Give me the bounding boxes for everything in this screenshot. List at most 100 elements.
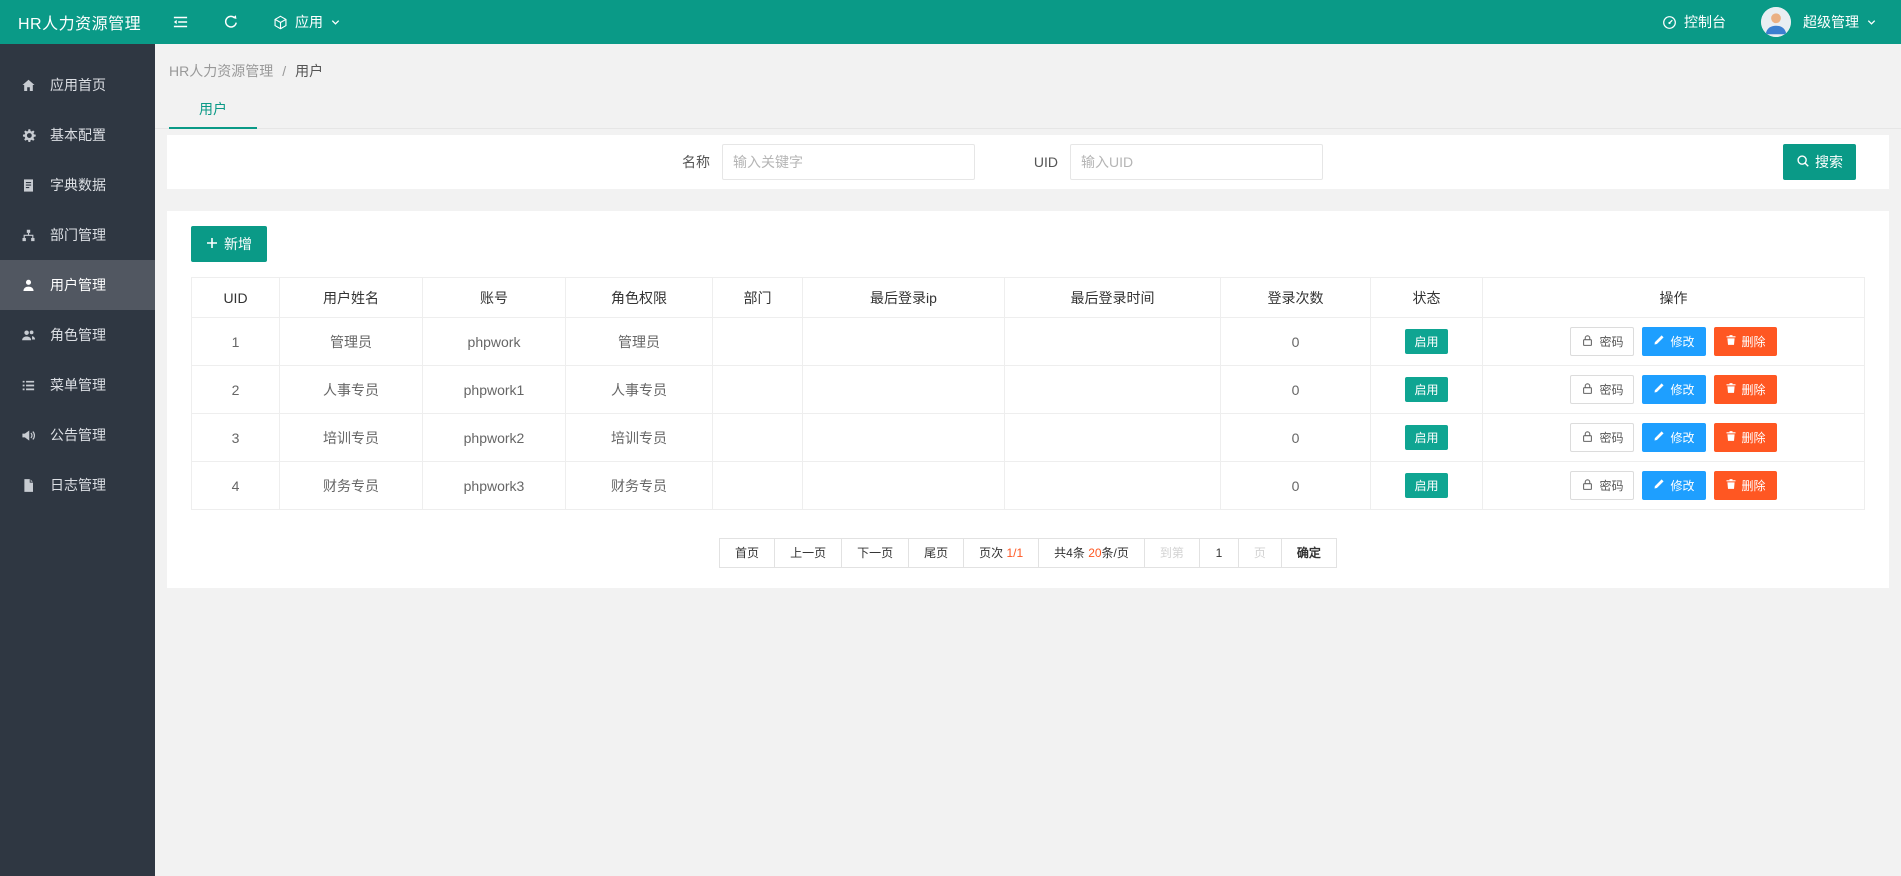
breadcrumb-parent[interactable]: HR人力资源管理 — [169, 63, 273, 79]
delete-button[interactable]: 删除 — [1714, 423, 1777, 452]
search-panel: 名称 UID 搜索 — [167, 135, 1889, 189]
name-field-group: 名称 — [682, 144, 975, 180]
pencil-icon — [1653, 478, 1665, 493]
user-menu-dropdown[interactable]: 超级管理 — [1803, 0, 1877, 44]
column-header: 用户姓名 — [280, 278, 423, 318]
sitemap-icon — [20, 227, 36, 243]
sidebar-item-home[interactable]: 应用首页 — [0, 60, 155, 110]
password-button[interactable]: 密码 — [1570, 423, 1634, 452]
password-button-label: 密码 — [1599, 333, 1623, 350]
cell-account: phpwork2 — [423, 414, 566, 462]
edit-button[interactable]: 修改 — [1642, 423, 1705, 452]
users-table: UID用户姓名账号角色权限部门最后登录ip最后登录时间登录次数状态操作 1管理员… — [191, 277, 1865, 510]
menu-toggle-icon — [172, 14, 189, 30]
table-row: 4财务专员phpwork3财务专员0启用密码修改删除 — [192, 462, 1865, 510]
sidebar-toggle-button[interactable] — [155, 0, 206, 44]
edit-button[interactable]: 修改 — [1642, 375, 1705, 404]
sidebar-item-users[interactable]: 用户管理 — [0, 260, 155, 310]
name-input[interactable] — [722, 144, 975, 180]
user-menu-label: 超级管理 — [1803, 12, 1859, 32]
status-badge[interactable]: 启用 — [1405, 377, 1447, 402]
cell-uid: 2 — [192, 366, 280, 414]
sidebar-item-label: 字典数据 — [50, 175, 106, 195]
cell-last_time — [1005, 462, 1221, 510]
cell-login_count: 0 — [1221, 318, 1371, 366]
cell-actions: 密码 修改删除 — [1483, 462, 1865, 510]
list-icon — [20, 377, 36, 393]
page-last-button[interactable]: 尾页 — [908, 538, 964, 568]
sidebar-item-logs[interactable]: 日志管理 — [0, 460, 155, 510]
tab-users[interactable]: 用户 — [169, 90, 257, 129]
page-confirm-button[interactable]: 确定 — [1281, 538, 1337, 568]
status-badge[interactable]: 启用 — [1405, 473, 1447, 498]
password-button[interactable]: 密码 — [1570, 471, 1634, 500]
sidebar-item-label: 用户管理 — [50, 275, 106, 295]
sidebar-item-menus[interactable]: 菜单管理 — [0, 360, 155, 410]
password-button[interactable]: 密码 — [1570, 375, 1634, 404]
edit-button-label: 修改 — [1670, 333, 1694, 350]
sidebar-item-label: 角色管理 — [50, 325, 106, 345]
delete-button[interactable]: 删除 — [1714, 375, 1777, 404]
users-icon — [20, 327, 36, 343]
sidebar-item-dict[interactable]: 字典数据 — [0, 160, 155, 210]
column-header: 账号 — [423, 278, 566, 318]
column-header: 登录次数 — [1221, 278, 1371, 318]
uid-label: UID — [1034, 154, 1058, 170]
edit-button-label: 修改 — [1670, 429, 1694, 446]
search-button[interactable]: 搜索 — [1783, 144, 1856, 180]
column-header: UID — [192, 278, 280, 318]
page-per-page-value: 20 — [1088, 546, 1101, 560]
app-icon — [273, 15, 288, 30]
cell-role: 管理员 — [566, 318, 713, 366]
status-badge[interactable]: 启用 — [1405, 425, 1447, 450]
avatar[interactable] — [1761, 7, 1791, 37]
cell-last_time — [1005, 318, 1221, 366]
sidebar-item-dept[interactable]: 部门管理 — [0, 210, 155, 260]
cell-dept — [713, 366, 803, 414]
edit-button[interactable]: 修改 — [1642, 327, 1705, 356]
add-button[interactable]: 新增 — [191, 226, 267, 262]
console-button[interactable]: 控制台 — [1645, 0, 1743, 44]
sidebar-item-notice[interactable]: 公告管理 — [0, 410, 155, 460]
refresh-button[interactable] — [206, 0, 256, 44]
sidebar-item-roles[interactable]: 角色管理 — [0, 310, 155, 360]
column-header: 部门 — [713, 278, 803, 318]
status-badge[interactable]: 启用 — [1405, 329, 1447, 354]
dict-icon — [20, 177, 36, 193]
refresh-icon — [223, 14, 239, 30]
edit-button-label: 修改 — [1670, 381, 1694, 398]
cell-uid: 4 — [192, 462, 280, 510]
delete-button[interactable]: 删除 — [1714, 471, 1777, 500]
file-icon — [20, 477, 36, 493]
table-header-row: UID用户姓名账号角色权限部门最后登录ip最后登录时间登录次数状态操作 — [192, 278, 1865, 318]
app-title: HR人力资源管理 — [0, 10, 155, 34]
pagination: 首页 上一页 下一页 尾页 页次 1/1 共4条 20条/页 到第 页 确定 — [191, 538, 1865, 568]
page-goto-input[interactable] — [1199, 538, 1239, 568]
cell-account: phpwork1 — [423, 366, 566, 414]
table-row: 1管理员phpwork管理员0启用密码修改删除 — [192, 318, 1865, 366]
page-first-button[interactable]: 首页 — [719, 538, 775, 568]
cell-last_time — [1005, 366, 1221, 414]
page-total-count: 共4条 — [1054, 546, 1085, 560]
page-next-button[interactable]: 下一页 — [841, 538, 909, 568]
add-button-label: 新增 — [224, 234, 252, 254]
cell-role: 财务专员 — [566, 462, 713, 510]
delete-button[interactable]: 删除 — [1714, 327, 1777, 356]
topbar: HR人力资源管理 应用 控制台 超级管理 — [0, 0, 1901, 44]
app-menu-dropdown[interactable]: 应用 — [256, 0, 358, 44]
page-per-page-suffix: 条/页 — [1102, 546, 1129, 560]
table-row: 2人事专员phpwork1人事专员0启用密码修改删除 — [192, 366, 1865, 414]
lock-icon — [1581, 334, 1594, 350]
sidebar-item-label: 日志管理 — [50, 475, 106, 495]
trash-icon — [1725, 430, 1737, 445]
edit-button[interactable]: 修改 — [1642, 471, 1705, 500]
password-button[interactable]: 密码 — [1570, 327, 1634, 356]
password-button-label: 密码 — [1599, 477, 1623, 494]
app-menu-label: 应用 — [295, 12, 323, 32]
speaker-icon — [20, 427, 36, 443]
sidebar-item-config[interactable]: 基本配置 — [0, 110, 155, 160]
page-prev-button[interactable]: 上一页 — [774, 538, 842, 568]
uid-input[interactable] — [1070, 144, 1323, 180]
cell-account: phpwork — [423, 318, 566, 366]
console-icon — [1662, 15, 1677, 30]
